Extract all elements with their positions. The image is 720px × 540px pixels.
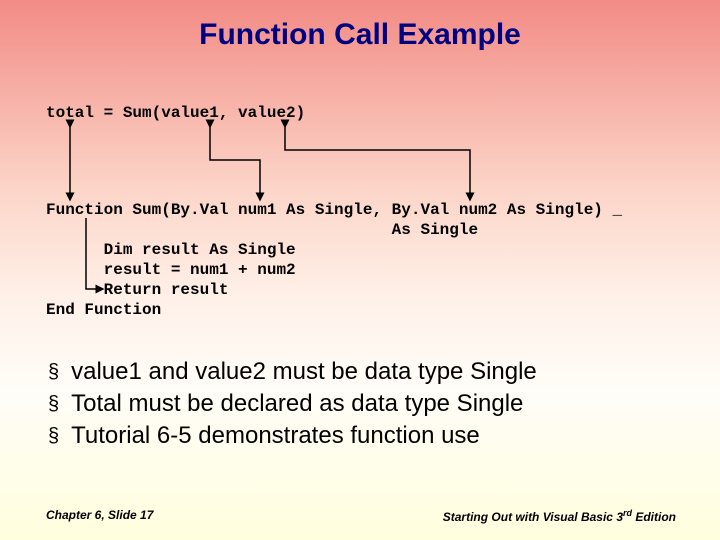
- bullet-marker: §: [48, 422, 59, 450]
- footer-right-suffix: Edition: [632, 510, 676, 524]
- bullet-item: § value1 and value2 must be data type Si…: [48, 358, 680, 386]
- bullet-text: value1 and value2 must be data type Sing…: [71, 358, 537, 386]
- footer-right-sup: rd: [623, 508, 632, 518]
- bullet-text: Total must be declared as data type Sing…: [71, 390, 523, 418]
- code-function-block: Function Sum(By.Val num1 As Single, By.V…: [46, 200, 622, 320]
- bullet-item: § Total must be declared as data type Si…: [48, 390, 680, 418]
- footer-right-prefix: Starting Out with Visual Basic 3: [443, 510, 623, 524]
- bullet-marker: §: [48, 358, 59, 386]
- code-body-1: Dim result As Single: [46, 241, 296, 259]
- footer-left: Chapter 6, Slide 17: [46, 508, 153, 524]
- code-func-decl-2: As Single: [46, 221, 478, 239]
- code-func-decl-1: Function Sum(By.Val num1 As Single, By.V…: [46, 201, 622, 219]
- bullet-item: § Tutorial 6-5 demonstrates function use: [48, 422, 680, 450]
- footer-right: Starting Out with Visual Basic 3rd Editi…: [443, 508, 676, 524]
- bullet-marker: §: [48, 390, 59, 418]
- code-body-3: Return result: [46, 281, 228, 299]
- code-body-2: result = num1 + num2: [46, 261, 296, 279]
- slide-footer: Chapter 6, Slide 17 Starting Out with Vi…: [46, 508, 676, 524]
- bullet-list: § value1 and value2 must be data type Si…: [48, 358, 680, 454]
- code-end-function: End Function: [46, 301, 161, 319]
- bullet-text: Tutorial 6-5 demonstrates function use: [71, 422, 480, 450]
- slide: Function Call Example total = Sum(value1…: [0, 0, 720, 540]
